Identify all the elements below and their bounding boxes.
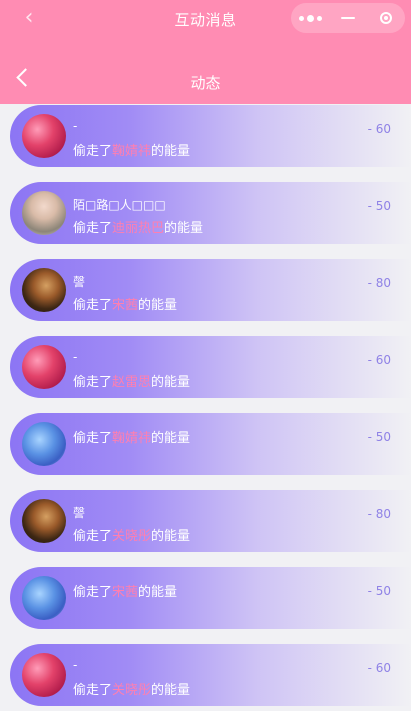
avatar[interactable] xyxy=(22,114,66,158)
target-name: 鞠婧祎 xyxy=(112,431,152,446)
energy-amount: - 50 xyxy=(367,584,391,598)
message-card[interactable]: 謦 偷走了关晓彤的能量 - 80 xyxy=(10,490,411,552)
target-name: 宋茜 xyxy=(112,585,139,600)
message-suffix: 的能量 xyxy=(151,431,191,446)
message-text: 偷走了迪丽热巴的能量 xyxy=(73,217,203,236)
message-suffix: 的能量 xyxy=(151,529,191,544)
energy-amount: - 50 xyxy=(367,199,391,213)
target-name: 关晓彤 xyxy=(112,683,152,698)
message-prefix: 偷走了 xyxy=(73,529,113,544)
message-card[interactable]: - 偷走了关晓彤的能量 - 60 xyxy=(10,644,411,706)
user-name: - xyxy=(73,658,78,672)
avatar[interactable] xyxy=(22,499,66,543)
target-name: 鞠婧祎 xyxy=(112,144,152,159)
user-name: 謦 xyxy=(73,275,86,289)
message-text: 偷走了赵雷思的能量 xyxy=(73,371,190,390)
user-name: 陌□路□人□□□ xyxy=(73,198,166,212)
message-text: 偷走了宋茜的能量 xyxy=(73,581,177,600)
section-title: 动态 xyxy=(190,74,221,92)
sub-header: 动态 xyxy=(0,38,411,104)
message-prefix: 偷走了 xyxy=(73,298,113,313)
target-name: 迪丽热巴 xyxy=(112,221,165,236)
message-card[interactable]: 偷走了鞠婧祎的能量 - 50 xyxy=(10,413,411,475)
message-text: 偷走了关晓彤的能量 xyxy=(73,679,190,698)
user-name: - xyxy=(73,119,78,133)
message-text: 偷走了关晓彤的能量 xyxy=(73,525,190,544)
close-mini-program-icon[interactable] xyxy=(367,3,405,33)
message-prefix: 偷走了 xyxy=(73,585,113,600)
message-suffix: 的能量 xyxy=(151,375,191,390)
energy-amount: - 60 xyxy=(367,661,391,675)
minimize-icon[interactable] xyxy=(329,3,367,33)
avatar[interactable] xyxy=(22,268,66,312)
energy-amount: - 80 xyxy=(367,507,391,521)
message-card[interactable]: - 偷走了赵雷思的能量 - 60 xyxy=(10,336,411,398)
message-card[interactable]: 陌□路□人□□□ 偷走了迪丽热巴的能量 - 50 xyxy=(10,182,411,244)
user-name: - xyxy=(73,350,78,364)
energy-amount: - 60 xyxy=(367,353,391,367)
message-card[interactable]: 謦 偷走了宋茜的能量 - 80 xyxy=(10,259,411,321)
avatar[interactable] xyxy=(22,422,66,466)
avatar[interactable] xyxy=(22,191,66,235)
avatar[interactable] xyxy=(22,345,66,389)
message-prefix: 偷走了 xyxy=(73,375,113,390)
target-name: 宋茜 xyxy=(112,298,139,313)
message-card[interactable]: - 偷走了鞠婧祎的能量 - 60 xyxy=(10,105,411,167)
message-list: - 偷走了鞠婧祎的能量 - 60 陌□路□人□□□ 偷走了迪丽热巴的能量 - 5… xyxy=(0,104,411,711)
message-suffix: 的能量 xyxy=(151,683,191,698)
message-text: 偷走了鞠婧祎的能量 xyxy=(73,140,190,159)
energy-amount: - 80 xyxy=(367,276,391,290)
user-name: 謦 xyxy=(73,506,86,520)
avatar[interactable] xyxy=(22,653,66,697)
top-bar: ‹ 互动消息 xyxy=(0,0,411,38)
message-prefix: 偷走了 xyxy=(73,431,113,446)
message-prefix: 偷走了 xyxy=(73,683,113,698)
message-suffix: 的能量 xyxy=(138,298,178,313)
energy-amount: - 60 xyxy=(367,122,391,136)
avatar[interactable] xyxy=(22,576,66,620)
message-card[interactable]: 偷走了宋茜的能量 - 50 xyxy=(10,567,411,629)
message-text: 偷走了宋茜的能量 xyxy=(73,294,177,313)
message-suffix: 的能量 xyxy=(151,144,191,159)
message-suffix: 的能量 xyxy=(138,585,178,600)
message-suffix: 的能量 xyxy=(164,221,204,236)
target-name: 关晓彤 xyxy=(112,529,152,544)
message-prefix: 偷走了 xyxy=(73,144,113,159)
more-options-icon[interactable] xyxy=(291,3,329,33)
message-prefix: 偷走了 xyxy=(73,221,113,236)
message-text: 偷走了鞠婧祎的能量 xyxy=(73,427,190,446)
mini-program-capsule xyxy=(291,3,405,33)
energy-amount: - 50 xyxy=(367,430,391,444)
target-name: 赵雷思 xyxy=(112,375,152,390)
